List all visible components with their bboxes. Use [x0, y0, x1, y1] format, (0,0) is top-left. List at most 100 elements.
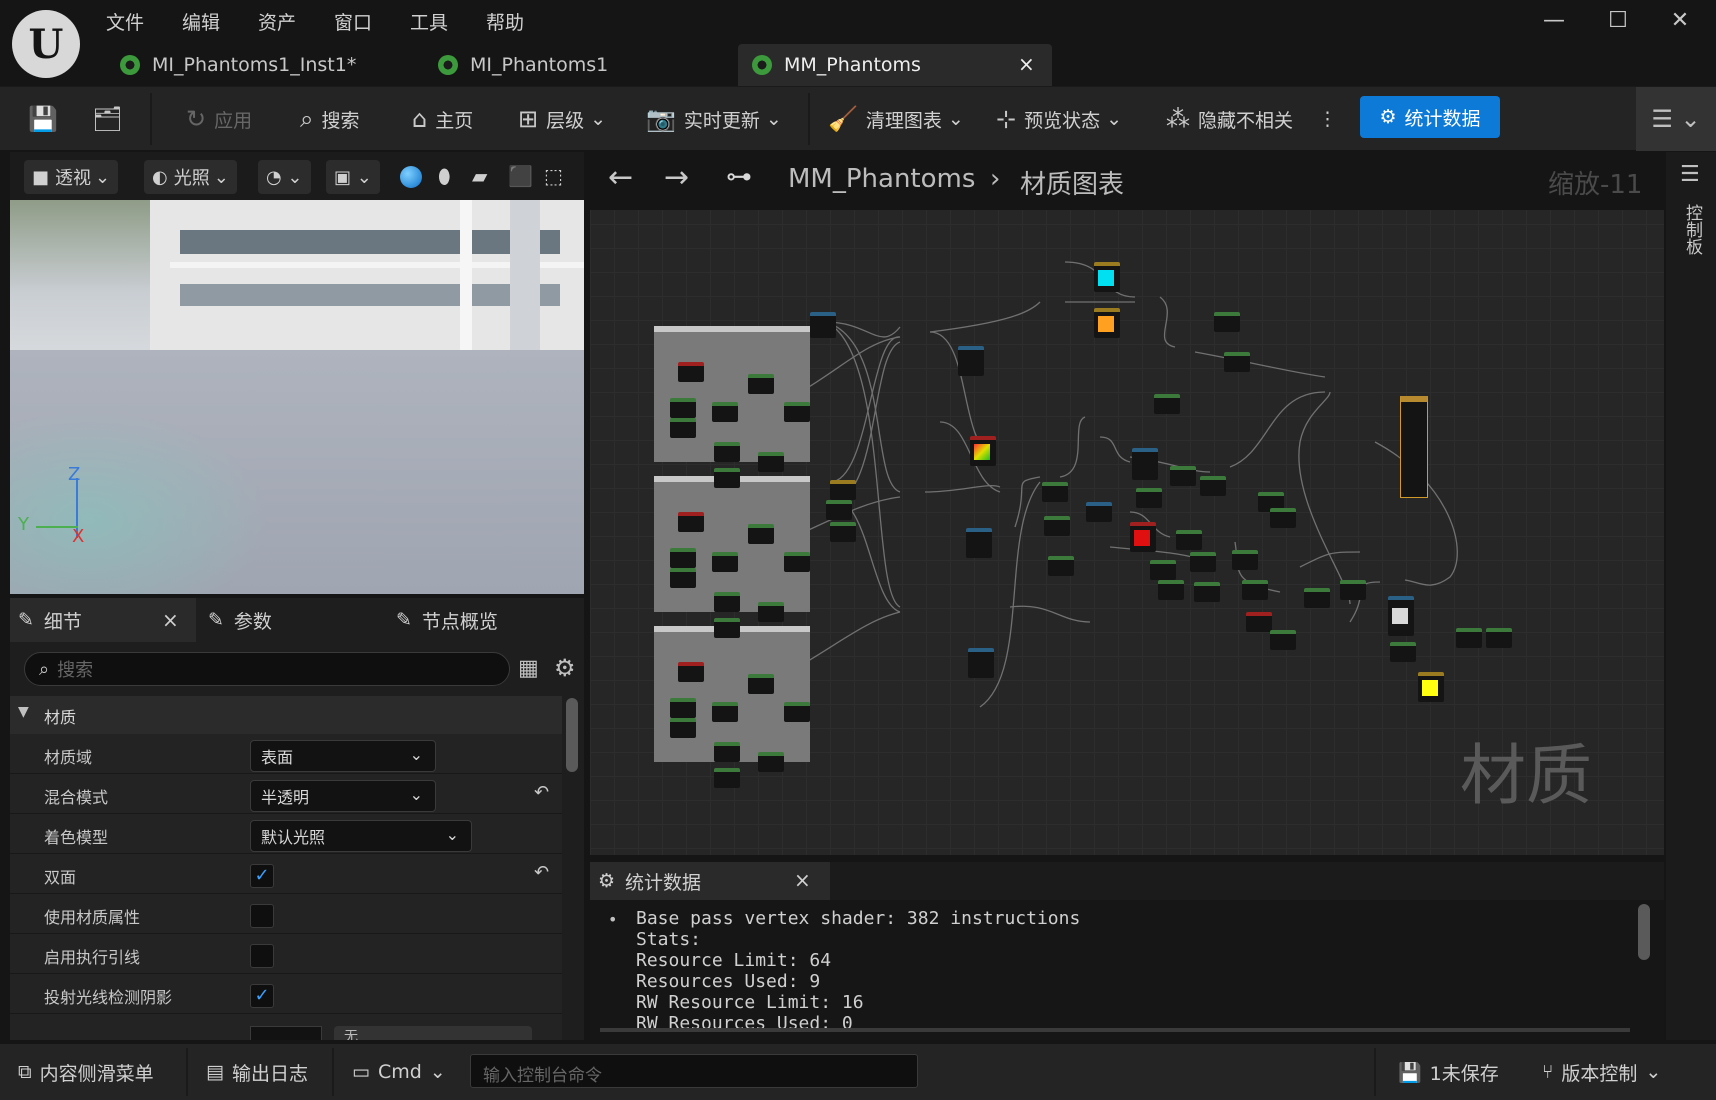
tab-stats[interactable]: ⚙ 统计数据 ×: [590, 862, 830, 900]
preview-state-button[interactable]: ⊹ 预览状态 ⌄: [996, 87, 1122, 151]
graph-node[interactable]: [830, 480, 856, 500]
clean-graph-button[interactable]: 🧹 清理图表 ⌄: [828, 87, 964, 151]
graph-node[interactable]: [1214, 312, 1240, 332]
stats-hscrollbar[interactable]: [600, 1028, 1630, 1032]
graph-node[interactable]: [714, 742, 740, 762]
hide-unrelated-button[interactable]: ⁂ 隐藏不相关: [1166, 87, 1293, 151]
cube-preview-icon[interactable]: ⬛: [508, 164, 533, 188]
graph-node[interactable]: [712, 402, 738, 422]
graph-node[interactable]: [714, 468, 740, 488]
unsaved-button[interactable]: 💾 1未保存: [1398, 1044, 1499, 1100]
graph-node[interactable]: [712, 552, 738, 572]
mesh-preview-icon[interactable]: ⬚: [544, 164, 563, 188]
cast-ray-traced-shadows-checkbox[interactable]: ✓: [250, 984, 274, 1008]
menu-asset[interactable]: 资产: [258, 8, 296, 35]
graph-node[interactable]: [958, 346, 984, 376]
maximize-button[interactable]: ☐: [1598, 8, 1638, 33]
graph-node[interactable]: [758, 602, 784, 622]
graph-node[interactable]: [826, 500, 852, 520]
graph-node[interactable]: [758, 452, 784, 472]
section-header-material[interactable]: ▼ 材质: [10, 696, 562, 734]
palette-list-icon[interactable]: ☰: [1680, 162, 1700, 187]
graph-node[interactable]: [1154, 394, 1180, 414]
more-options-button[interactable]: ⋮: [1318, 87, 1337, 151]
graph-node[interactable]: [1086, 502, 1112, 522]
details-scrollbar[interactable]: [566, 698, 578, 772]
texture-sample-node[interactable]: [810, 312, 836, 338]
graph-node[interactable]: [714, 768, 740, 788]
graph-node[interactable]: [1270, 508, 1296, 528]
graph-node[interactable]: [670, 718, 696, 738]
tab-parameters[interactable]: ✎ 参数: [208, 598, 272, 642]
graph-node[interactable]: [1224, 352, 1250, 372]
close-tab-button[interactable]: ×: [162, 608, 179, 632]
shading-model-dropdown[interactable]: 默认光照 ⌄: [250, 820, 472, 852]
output-log-button[interactable]: ▤ 输出日志: [206, 1044, 308, 1100]
reset-to-default-icon[interactable]: ↶: [534, 862, 549, 883]
graph-node[interactable]: [1150, 560, 1176, 580]
texture-sample-node[interactable]: [1388, 596, 1414, 636]
graph-node[interactable]: [1176, 530, 1202, 550]
graph-node[interactable]: [1270, 630, 1296, 650]
details-search-input[interactable]: ⌕ 搜索: [24, 652, 510, 686]
menu-help[interactable]: 帮助: [486, 8, 524, 35]
tab-node-overview[interactable]: ✎ 节点概览: [396, 598, 498, 642]
tab-details[interactable]: ✎ 细节 ×: [10, 598, 196, 642]
graph-node[interactable]: [1304, 588, 1330, 608]
graph-node[interactable]: [1242, 580, 1268, 600]
graph-node[interactable]: [678, 362, 704, 382]
palette-tab[interactable]: 控制板: [1680, 204, 1705, 255]
cmd-dropdown[interactable]: ▭ Cmd ⌄: [352, 1044, 446, 1100]
graph-node[interactable]: [968, 648, 994, 678]
graph-node[interactable]: [1200, 476, 1226, 496]
background-dropdown[interactable]: ▣ ⌄: [326, 160, 380, 194]
blend-mode-dropdown[interactable]: 半透明 ⌄: [250, 780, 436, 812]
console-command-input[interactable]: 输入控制台命令: [470, 1054, 918, 1088]
tab-mi-phantoms1-inst1[interactable]: MI_Phantoms1_Inst1*: [114, 44, 404, 86]
close-window-button[interactable]: ✕: [1660, 8, 1700, 33]
graph-node[interactable]: [1232, 550, 1258, 570]
reset-to-default-icon[interactable]: ↶: [534, 782, 549, 803]
graph-node[interactable]: [1158, 580, 1184, 600]
graph-node[interactable]: [714, 592, 740, 612]
graph-node[interactable]: [748, 524, 774, 544]
browse-button[interactable]: 🗂: [92, 87, 130, 151]
graph-node[interactable]: [830, 522, 856, 542]
use-material-attributes-checkbox[interactable]: [250, 904, 274, 928]
graph-node[interactable]: [712, 702, 738, 722]
graph-node[interactable]: [1044, 516, 1070, 536]
graph-node[interactable]: [748, 374, 774, 394]
graph-node[interactable]: [670, 568, 696, 588]
forward-arrow-icon[interactable]: →: [664, 160, 689, 195]
graph-node[interactable]: [670, 418, 696, 438]
tab-mi-phantoms1[interactable]: MI_Phantoms1: [432, 44, 722, 86]
graph-node[interactable]: [784, 552, 810, 572]
gradient-node[interactable]: [970, 436, 996, 466]
hierarchy-button[interactable]: ⊞ 层级 ⌄: [518, 87, 606, 151]
graph-node[interactable]: [714, 442, 740, 462]
breadcrumb-leaf[interactable]: 材质图表: [1020, 164, 1124, 201]
live-update-button[interactable]: 📷 实时更新 ⌄: [646, 87, 782, 151]
two-sided-checkbox[interactable]: ✓: [250, 864, 274, 888]
graph-node[interactable]: [670, 548, 696, 568]
realtime-dropdown[interactable]: ◔ ⌄: [258, 160, 311, 194]
graph-node[interactable]: [1340, 580, 1366, 600]
settings-menu-button[interactable]: ☰ ⌄: [1636, 87, 1716, 151]
color-constant-cyan-node[interactable]: [1094, 262, 1120, 292]
menu-tools[interactable]: 工具: [410, 8, 448, 35]
gear-icon[interactable]: ⚙: [554, 654, 576, 682]
sphere-preview-icon[interactable]: [400, 166, 422, 188]
cylinder-preview-icon[interactable]: ⬮: [438, 164, 451, 188]
graph-node[interactable]: [1170, 466, 1196, 486]
material-preview-viewport[interactable]: Z Y X: [10, 200, 584, 594]
search-button[interactable]: ⌕ 搜索: [300, 87, 359, 151]
close-tab-button[interactable]: ×: [794, 868, 811, 892]
perspective-dropdown[interactable]: ■ 透视 ⌄: [24, 160, 119, 194]
graph-node[interactable]: [966, 528, 992, 558]
graph-node[interactable]: [1190, 552, 1216, 572]
material-output-node[interactable]: [1400, 396, 1428, 498]
tab-mm-phantoms[interactable]: MM_Phantoms ×: [738, 44, 1052, 86]
graph-node[interactable]: [670, 398, 696, 418]
menu-window[interactable]: 窗口: [334, 8, 372, 35]
graph-node[interactable]: [1136, 488, 1162, 508]
